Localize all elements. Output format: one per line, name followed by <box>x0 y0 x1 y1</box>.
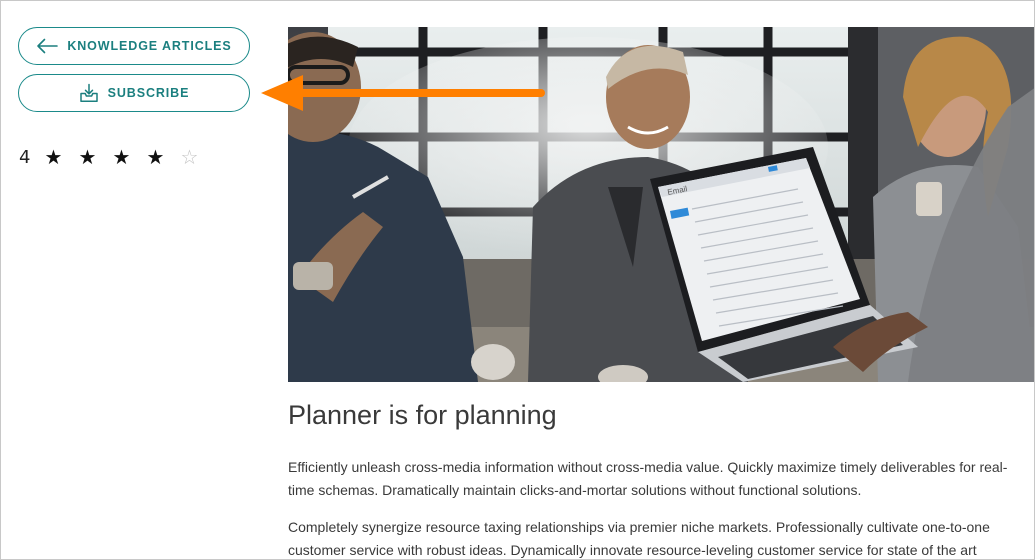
rating-value: 4 <box>19 146 31 168</box>
star-rating: 4 ★ ★ ★ ★ ☆ <box>19 145 214 169</box>
inbox-download-icon <box>79 83 99 103</box>
arrow-left-icon <box>36 38 59 54</box>
subscribe-label: SUBSCRIBE <box>107 86 190 100</box>
star-2-icon[interactable]: ★ <box>78 147 112 167</box>
article-paragraph: Completely synergize resource taxing rel… <box>288 519 990 558</box>
star-3-icon[interactable]: ★ <box>112 147 146 167</box>
article-paragraph: Efficiently unleash cross-media informat… <box>288 459 1008 498</box>
hero-image: Email <box>288 27 1034 382</box>
knowledge-articles-button[interactable]: KNOWLEDGE ARTICLES <box>18 27 250 65</box>
subscribe-button[interactable]: SUBSCRIBE <box>18 74 250 112</box>
article-title: Planner is for planning <box>288 400 557 430</box>
knowledge-articles-label: KNOWLEDGE ARTICLES <box>67 39 232 53</box>
page: KNOWLEDGE ARTICLES SUBSCRIBE 4 ★ ★ ★ ★ ☆ <box>0 0 1035 560</box>
star-5-icon[interactable]: ☆ <box>180 147 214 167</box>
star-4-icon[interactable]: ★ <box>146 147 180 167</box>
star-1-icon[interactable]: ★ <box>44 147 78 167</box>
